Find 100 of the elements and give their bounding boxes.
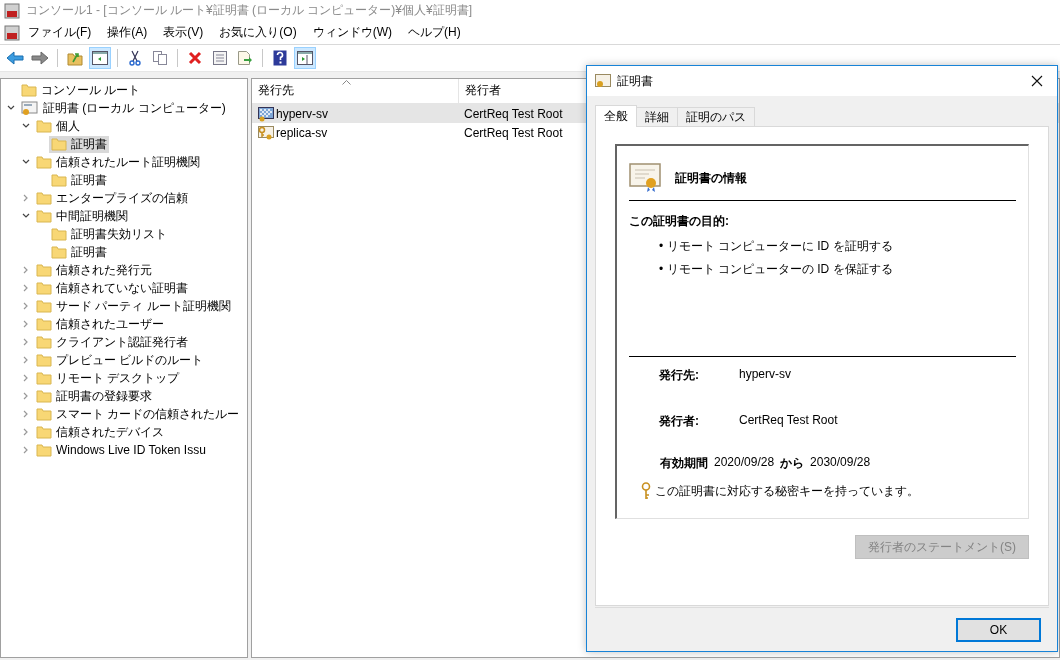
key-icon <box>641 482 651 500</box>
expand-chevron-icon[interactable] <box>22 374 30 382</box>
close-icon <box>1031 75 1043 87</box>
forward-arrow-icon <box>31 51 49 65</box>
tree-item[interactable]: リモート デスクトップ <box>34 369 182 387</box>
toolbar-button[interactable] <box>89 47 111 69</box>
tree-item[interactable]: プレビュー ビルドのルート <box>34 351 206 369</box>
tree-item[interactable]: 信頼されたデバイス <box>34 423 166 441</box>
tree-item[interactable]: 証明書の登録要求 <box>34 387 154 405</box>
toolbar-button[interactable] <box>294 47 316 69</box>
field-label: 発行先: <box>659 367 700 384</box>
purpose-heading: この証明書の目的: <box>629 213 730 230</box>
issued-to-text: replica-sv <box>276 125 328 140</box>
tree-item[interactable]: 証明書 <box>49 171 109 189</box>
private-key-note: この証明書に対応する秘密キーを持っています。 <box>655 482 919 500</box>
export-list-icon <box>237 50 253 66</box>
tree-item[interactable]: Windows Live ID Token Issu <box>34 443 208 457</box>
menu-item[interactable]: ウィンドウ(W) <box>304 24 400 41</box>
folder-up-icon <box>67 50 83 66</box>
tree-item[interactable]: 信頼されていない証明書 <box>34 279 190 297</box>
folder-icon <box>21 83 37 97</box>
tree-item[interactable]: コンソール ルート <box>19 81 143 99</box>
tree-item[interactable]: 信頼された発行元 <box>34 261 154 279</box>
tree-item[interactable]: 信頼されたルート証明機関 <box>34 153 202 171</box>
properties-icon <box>212 50 228 66</box>
expand-chevron-icon[interactable] <box>22 356 30 364</box>
issued-to-text: hyperv-sv <box>276 106 328 121</box>
folder-icon <box>36 263 52 277</box>
folder-icon <box>51 227 67 241</box>
certificate-icon <box>21 100 39 116</box>
collapse-chevron-icon[interactable] <box>22 158 30 166</box>
copy-icon <box>152 50 168 66</box>
certificate-icon <box>629 163 661 193</box>
tree-item[interactable]: スマート カードの信頼されたルー <box>34 405 242 423</box>
sort-ascending-icon <box>342 80 351 85</box>
expand-chevron-icon[interactable] <box>22 320 30 328</box>
purpose-item: • リモート コンピューターに ID を証明する <box>659 238 894 255</box>
menu-item[interactable]: お気に入り(O) <box>211 24 305 41</box>
scissors-icon <box>128 50 142 66</box>
folder-icon <box>51 245 67 259</box>
help-icon <box>273 50 287 66</box>
tree-item[interactable]: 証明書 <box>49 243 109 261</box>
menu-item[interactable]: 操作(A) <box>99 24 156 41</box>
tree-item[interactable]: 証明書 (ローカル コンピューター) <box>19 99 228 117</box>
back-arrow-icon <box>6 51 24 65</box>
expand-chevron-icon[interactable] <box>22 338 30 346</box>
tree-item[interactable]: 個人 <box>34 117 82 135</box>
column-header[interactable]: 発行先 <box>252 79 459 103</box>
folder-icon <box>36 335 52 349</box>
folder-icon <box>36 299 52 313</box>
action-pane-icon <box>297 51 313 65</box>
folder-icon <box>36 407 52 421</box>
folder-icon <box>36 119 52 133</box>
folder-icon <box>36 353 52 367</box>
tree-item[interactable]: サード パーティ ルート証明機関 <box>34 297 233 315</box>
folder-icon <box>36 389 52 403</box>
folder-icon <box>36 317 52 331</box>
collapse-chevron-icon[interactable] <box>22 212 30 220</box>
tree-item[interactable]: 証明書失効リスト <box>49 225 169 243</box>
folder-icon <box>36 443 52 457</box>
window-title: コンソール1 - [コンソール ルート¥証明書 (ローカル コンピューター)¥個人¥証明書] <box>26 2 473 19</box>
expand-chevron-icon[interactable] <box>22 302 30 310</box>
expand-chevron-icon[interactable] <box>22 410 30 418</box>
field-label: 発行者: <box>659 413 700 430</box>
folder-icon <box>51 173 67 187</box>
expand-chevron-icon[interactable] <box>22 194 30 202</box>
expand-chevron-icon[interactable] <box>22 392 30 400</box>
expand-chevron-icon[interactable] <box>22 446 30 454</box>
tree-item[interactable]: 証明書 <box>49 135 109 153</box>
info-title: 証明書の情報 <box>675 169 747 187</box>
valid-to-date: 2030/09/28 <box>810 455 871 471</box>
certificate-icon <box>595 74 611 88</box>
menu-item[interactable]: 表示(V) <box>155 24 212 41</box>
certificate-icon <box>258 124 274 141</box>
field-value: hyperv-sv <box>739 367 791 383</box>
tree-item[interactable]: エンタープライズの信頼 <box>34 189 190 207</box>
collapse-chevron-icon[interactable] <box>7 104 15 112</box>
collapse-chevron-icon[interactable] <box>22 122 30 130</box>
tree-item[interactable]: クライアント認証発行者 <box>34 333 190 351</box>
expand-chevron-icon[interactable] <box>22 284 30 292</box>
field-value: CertReq Test Root <box>739 413 838 429</box>
console-app-icon <box>4 2 20 19</box>
folder-icon <box>36 155 52 169</box>
ok-button[interactable]: OK <box>956 618 1041 642</box>
tree-item[interactable]: 中間証明機関 <box>34 207 130 225</box>
issued-by-text: CertReq Test Root <box>464 106 563 121</box>
menu-item[interactable]: ヘルプ(H) <box>400 24 469 41</box>
tree-item[interactable]: 信頼されたユーザー <box>34 315 166 333</box>
tab[interactable]: 証明のパス <box>677 107 755 127</box>
expand-chevron-icon[interactable] <box>22 428 30 436</box>
purpose-item: • リモート コンピューターの ID を保証する <box>659 261 894 278</box>
folder-icon <box>36 209 52 223</box>
folder-icon <box>36 371 52 385</box>
certificate-icon <box>258 105 274 122</box>
tab[interactable]: 全般 <box>595 105 637 127</box>
validity-label: 有効期間 <box>660 455 708 472</box>
valid-from-date: 2020/09/28 <box>714 455 775 471</box>
console-app-icon[interactable] <box>4 24 20 41</box>
menu-item[interactable]: ファイル(F) <box>20 24 100 41</box>
expand-chevron-icon[interactable] <box>22 266 30 274</box>
